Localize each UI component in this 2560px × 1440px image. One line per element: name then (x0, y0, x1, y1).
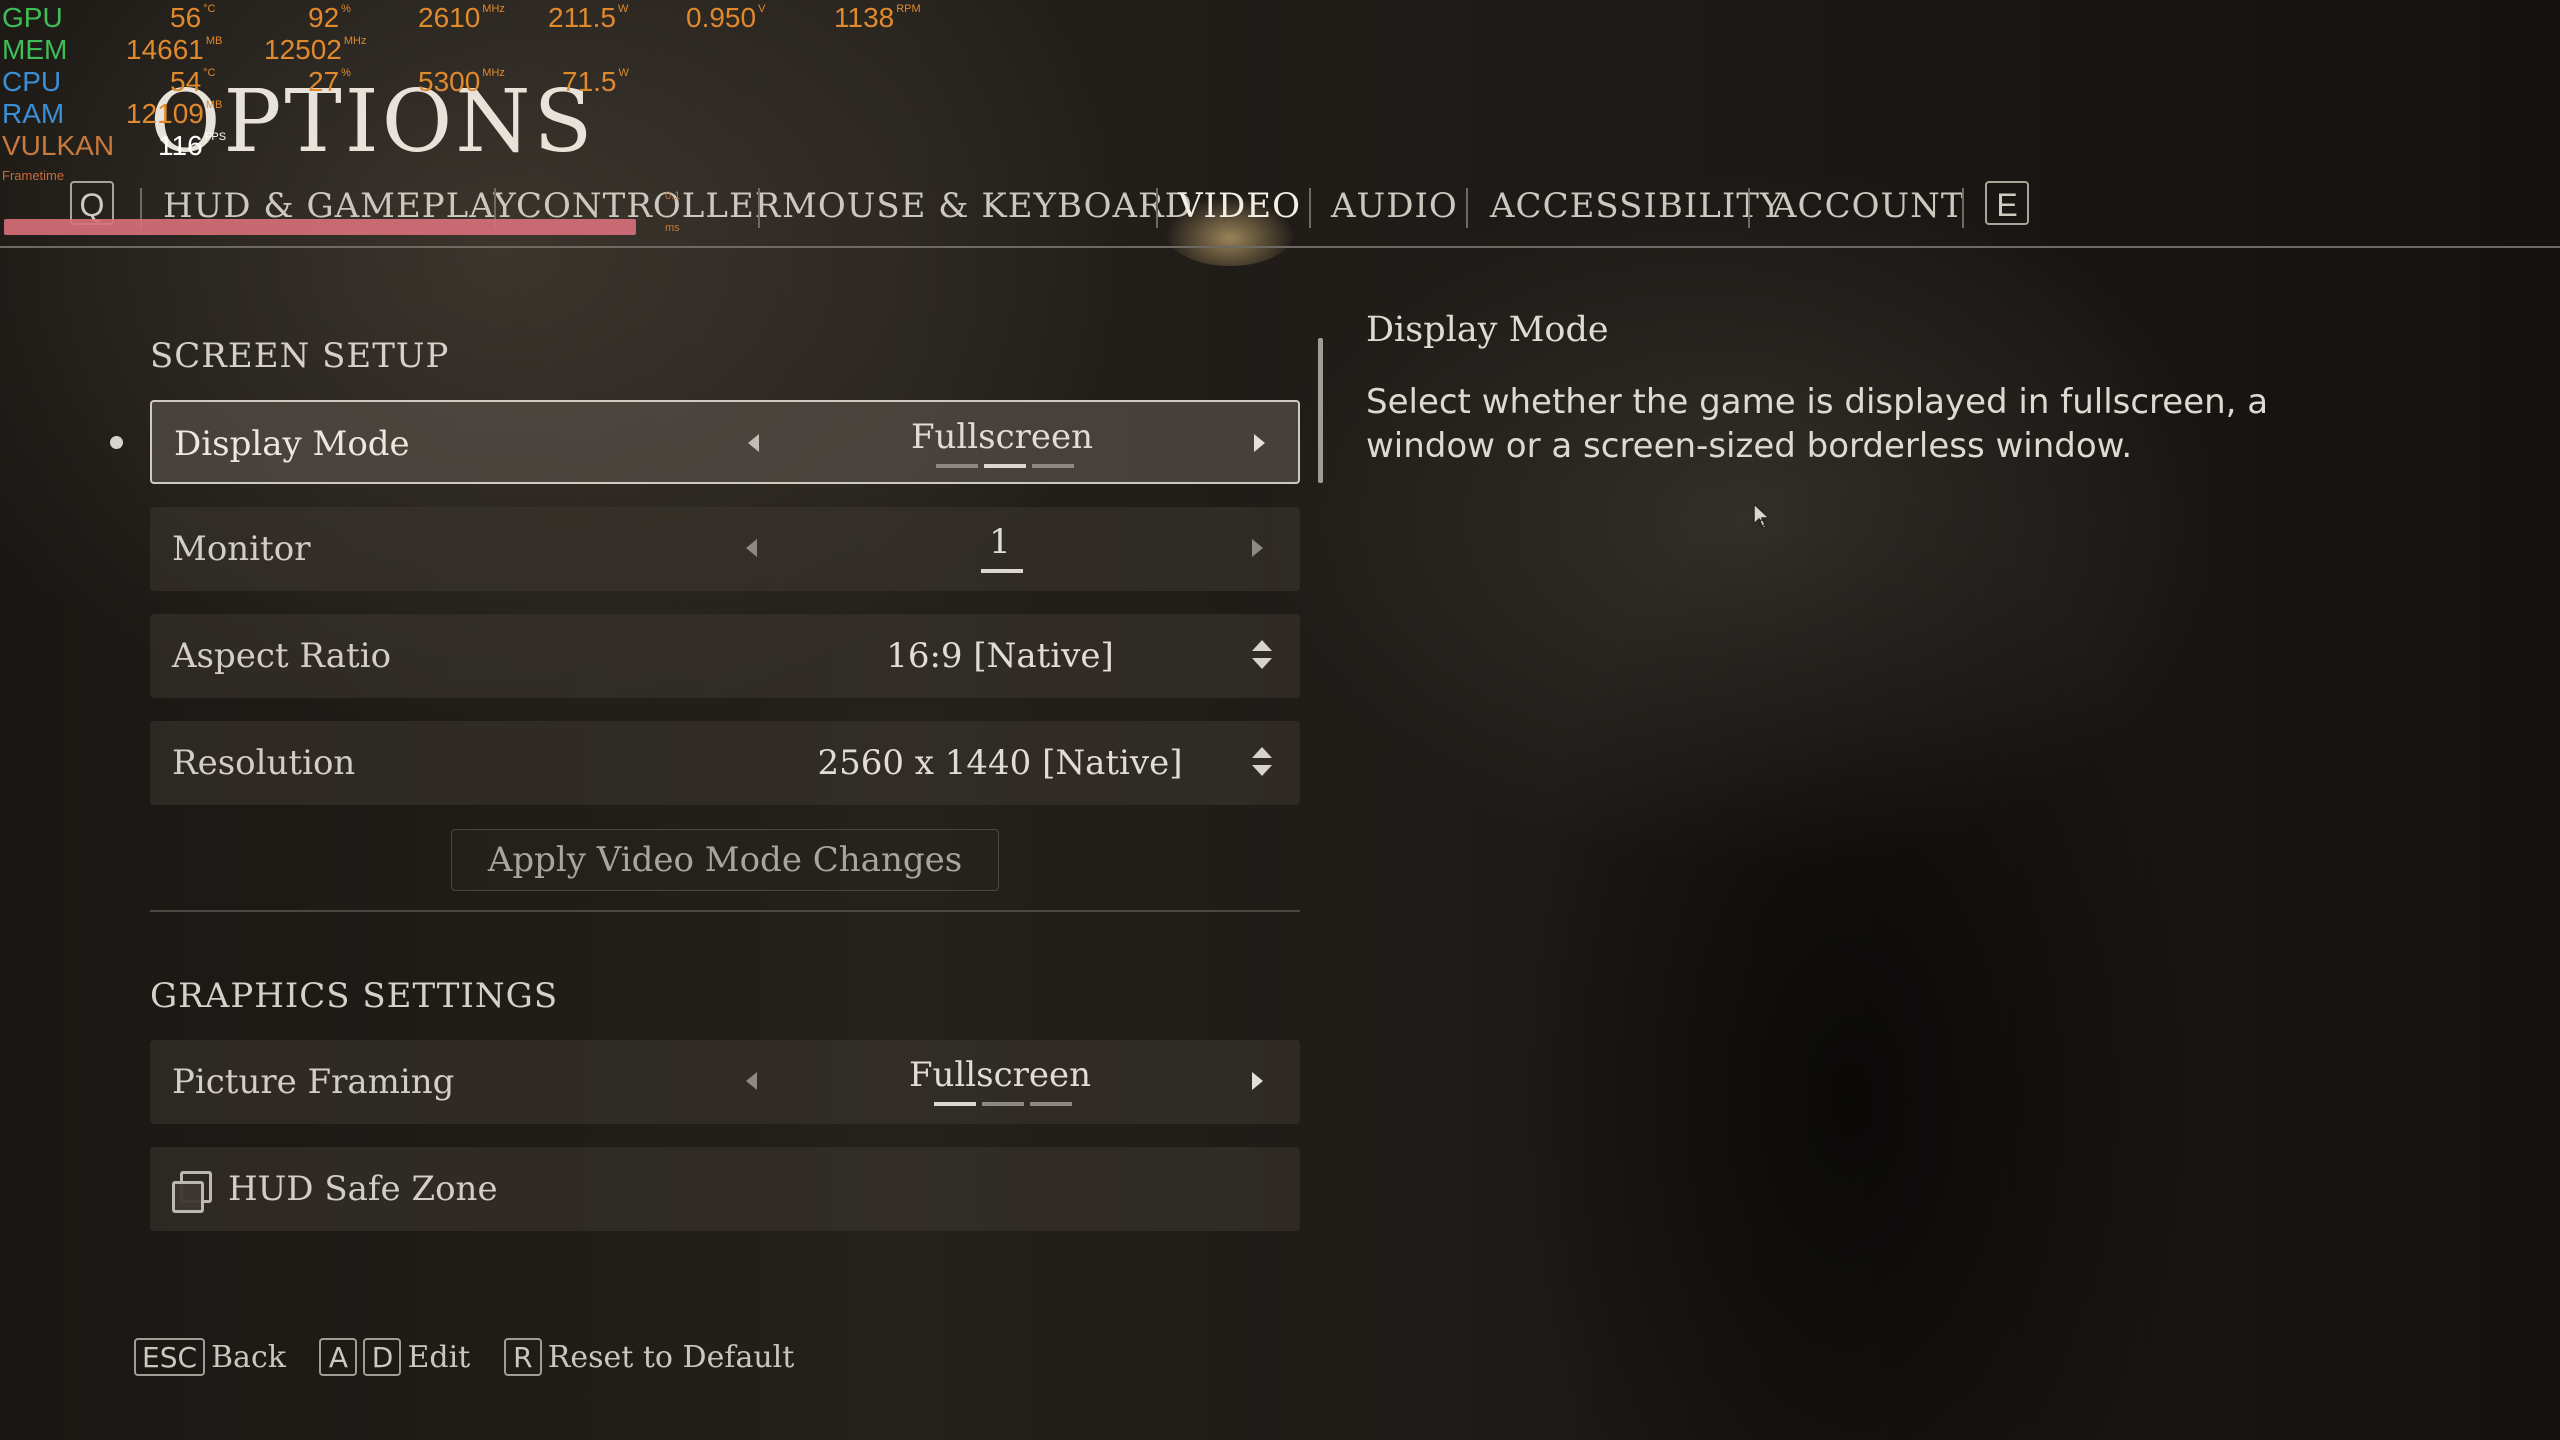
overlay-gpu-fan: 1138 RPM (834, 2, 921, 33)
selection-indicator (110, 436, 123, 449)
reset-hint[interactable]: R Reset to Default (503, 1338, 805, 1376)
tab-account[interactable]: ACCOUNT (1772, 178, 1965, 234)
overlay-ram-label: RAM (2, 98, 65, 129)
resolution-label: Resolution (172, 743, 356, 783)
tab-mouse-keyboard[interactable]: MOUSE & KEYBOARD (782, 178, 1193, 234)
tab-separator (1466, 188, 1468, 228)
overlay-mem-used: 14661 MB (126, 34, 223, 65)
monitor-label: Monitor (172, 529, 311, 569)
option-pip (1030, 1102, 1072, 1106)
a-key: A (319, 1338, 358, 1376)
tab-audio[interactable]: AUDIO (1331, 178, 1458, 234)
reset-label: Reset to Default (547, 1339, 795, 1375)
option-pip-active (934, 1102, 976, 1106)
tab-bar-divider (0, 246, 2560, 248)
option-pip-active (984, 464, 1026, 468)
picture-framing-value: Fullscreen (908, 1055, 1092, 1095)
tab-separator (1962, 188, 1964, 228)
back-hint[interactable]: ESC Back (134, 1338, 296, 1376)
resolution-dropdown-icon[interactable] (1252, 747, 1274, 779)
hud-safe-zone-setting[interactable]: HUD Safe Zone (150, 1147, 1300, 1231)
hud-safe-zone-icon (172, 1171, 212, 1213)
option-pip (982, 1102, 1024, 1106)
picture-framing-setting[interactable]: Picture Framing Fullscreen (150, 1040, 1300, 1124)
overlay-cpu-load: 27% (308, 66, 351, 97)
overlay-frametime-graph (4, 219, 636, 235)
display-mode-next-arrow-icon[interactable] (1254, 434, 1265, 452)
monitor-prev-arrow-icon[interactable] (746, 539, 757, 557)
overlay-mem-label: MEM (2, 34, 68, 65)
tab-accessibility[interactable]: ACCESSIBILITY (1490, 178, 1783, 234)
monitor-value: 1 (989, 522, 1011, 562)
hud-safe-zone-label: HUD Safe Zone (228, 1169, 498, 1209)
section-title-screen-setup: SCREEN SETUP (150, 336, 450, 376)
overlay-cpu-temp: 54 °C (170, 66, 216, 97)
monitor-setting[interactable]: Monitor 1 (150, 507, 1300, 591)
picture-framing-prev-arrow-icon[interactable] (746, 1072, 757, 1090)
section-divider (150, 910, 1300, 912)
aspect-ratio-value: 16:9 [Native] (886, 636, 1114, 676)
resolution-setting[interactable]: Resolution 2560 x 1440 [Native] (150, 721, 1300, 805)
display-mode-setting[interactable]: Display Mode Fullscreen (150, 400, 1300, 484)
overlay-ram-used: 12109 MB (126, 98, 223, 129)
display-mode-prev-arrow-icon[interactable] (748, 434, 759, 452)
display-mode-option-indicator (936, 464, 1080, 468)
overlay-gpu-clock: 2610 MHz (418, 2, 505, 33)
display-mode-value: Fullscreen (910, 417, 1094, 457)
option-pip (936, 464, 978, 468)
overlay-gpu-label: GPU (2, 2, 63, 33)
overlay-gpu-temp: 56 °C (170, 2, 216, 33)
overlay-api-label: VULKAN (2, 130, 115, 161)
edit-label: Edit (407, 1339, 471, 1375)
resolution-value: 2560 x 1440 [Native] (817, 743, 1183, 783)
d-key: D (363, 1338, 402, 1376)
picture-framing-label: Picture Framing (172, 1062, 455, 1102)
aspect-ratio-label: Aspect Ratio (172, 636, 392, 676)
picture-framing-option-indicator (934, 1102, 1078, 1106)
aspect-ratio-dropdown-icon[interactable] (1252, 640, 1274, 672)
overlay-gpu-load: 92% (308, 2, 351, 33)
tab-separator (1309, 188, 1311, 228)
tab-separator (1748, 188, 1750, 228)
esc-key: ESC (134, 1338, 206, 1376)
description-title: Display Mode (1366, 310, 1609, 350)
back-label: Back (211, 1339, 286, 1375)
apply-video-mode-button[interactable]: Apply Video Mode Changes (451, 829, 999, 891)
overlay-cpu-clock: 5300 MHz (418, 66, 505, 97)
mouse-cursor-icon (1753, 502, 1771, 529)
tab-separator (1156, 188, 1158, 228)
overlay-gpu-voltage: 0.950 V (686, 2, 766, 33)
overlay-mem-clock: 12502 MHz (264, 34, 367, 65)
input-hints-bar: ESC Back A D Edit R Reset to Default (134, 1338, 818, 1382)
display-mode-label: Display Mode (174, 424, 410, 464)
overlay-cpu-power: 71.5 W (562, 66, 629, 97)
monitor-option-indicator (981, 569, 1023, 573)
overlay-fps: 116 FPS (158, 130, 227, 161)
next-tab-key[interactable]: E (1985, 181, 2029, 225)
description-body: Select whether the game is displayed in … (1366, 382, 2269, 466)
r-key: R (503, 1338, 542, 1376)
edit-hint[interactable]: A D Edit (319, 1338, 480, 1376)
section-title-graphics-settings: GRAPHICS SETTINGS (150, 976, 559, 1016)
monitor-next-arrow-icon[interactable] (1252, 539, 1263, 557)
settings-scrollbar[interactable] (1318, 338, 1323, 483)
picture-framing-next-arrow-icon[interactable] (1252, 1072, 1263, 1090)
tab-video[interactable]: VIDEO (1178, 178, 1301, 234)
overlay-frametime-ms: 0.1 ms (665, 190, 681, 234)
tab-separator (758, 188, 760, 228)
overlay-gpu-power: 211.5 W (548, 2, 629, 33)
option-pip (1032, 464, 1074, 468)
overlay-frametime-label: Frametime (2, 168, 65, 183)
overlay-cpu-label: CPU (2, 66, 62, 97)
aspect-ratio-setting[interactable]: Aspect Ratio 16:9 [Native] (150, 614, 1300, 698)
